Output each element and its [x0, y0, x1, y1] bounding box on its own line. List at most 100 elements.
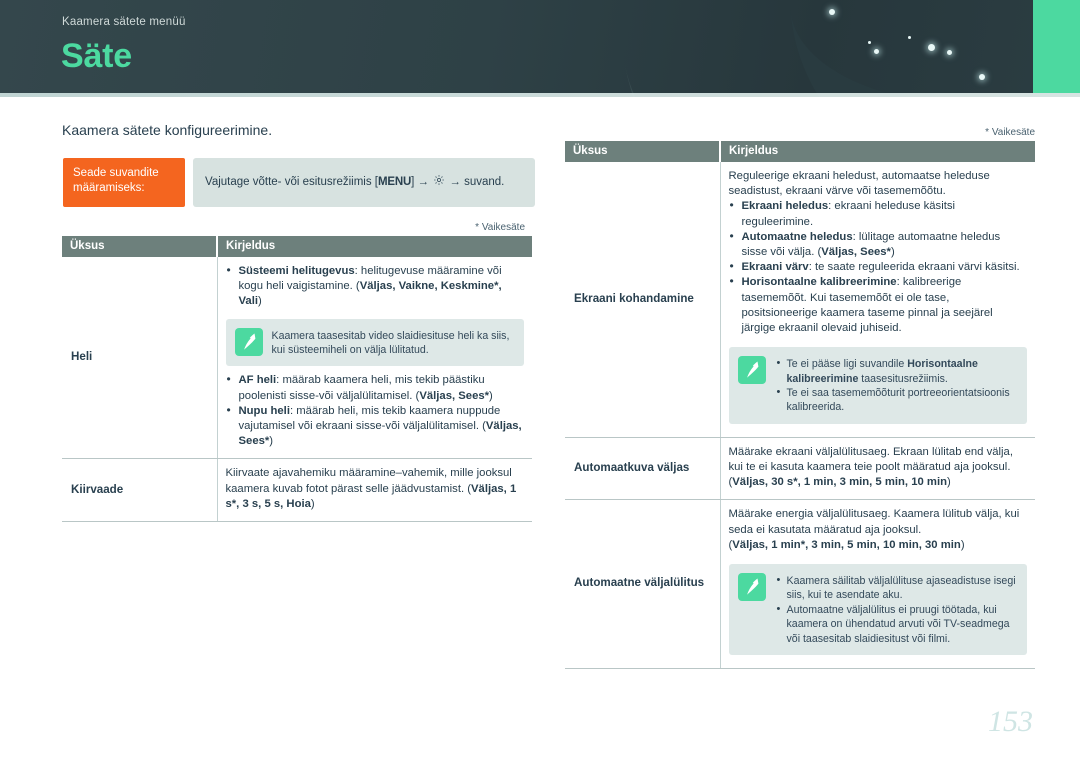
- note-text: Te ei pääse ligi suvandile Horisontaalne…: [775, 356, 1018, 415]
- note-text-pre: Te ei pääse ligi suvandile: [786, 358, 908, 371]
- option-values: Väljas, Sees*: [419, 389, 490, 402]
- bullet-list: AF heli: määrab kaamera heli, mis tekib …: [226, 372, 525, 450]
- arrow-right-icon: →: [417, 176, 429, 188]
- list-item: Te ei saa tasememõõturit portreeorientat…: [775, 385, 1018, 415]
- menu-key-label: MENU: [378, 176, 412, 188]
- row-description: Määrake energia väljalülitusaeg. Kaamera…: [720, 499, 1035, 670]
- row-description: Reguleerige ekraani heledust, automaatse…: [720, 162, 1035, 438]
- table-row: Ekraani kohandamine Reguleerige ekraani …: [565, 162, 1035, 438]
- column-header-description: Kirjeldus: [217, 236, 532, 257]
- note-box: Kaamera taasesitab video slaidiesituse h…: [225, 318, 524, 367]
- page-title: Säte: [61, 37, 133, 75]
- option-tail: ): [947, 476, 951, 489]
- sparkle-icon: [928, 44, 935, 51]
- table-header-row: Üksus Kirjeldus: [565, 141, 1035, 162]
- option-values: Väljas, Sees*: [821, 246, 891, 259]
- row-description: Süsteemi helitugevus: helitugevuse määra…: [217, 257, 532, 460]
- option-text: Määrake energia väljalülitusaeg. Kaamera…: [728, 508, 1020, 536]
- sparkle-icon: [947, 50, 952, 55]
- option-values: Väljas, 1 min*, 3 min, 5 min, 10 min, 30…: [732, 538, 961, 551]
- callout-text-before: Vajutage võtte- või esitusrežiimis [: [205, 176, 378, 188]
- pen-note-icon: [234, 327, 263, 356]
- callout: Seade suvandite määramiseks: Vajutage võ…: [63, 158, 535, 207]
- row-item-label: Heli: [62, 257, 218, 460]
- gear-icon: [433, 174, 445, 191]
- header-accent-block: [1033, 0, 1080, 93]
- callout-label: Seade suvandite määramiseks:: [63, 158, 185, 207]
- list-item: Nupu heli: määrab heli, mis tekib kaamer…: [226, 403, 525, 450]
- row-description-text: Kiirvaate ajavahemiku määramine–vahemik,…: [226, 466, 525, 512]
- intro-text: Kaamera sätete konfigureerimine.: [62, 122, 273, 138]
- note-box: Te ei pääse ligi suvandile Horisontaalne…: [728, 347, 1027, 424]
- sparkle-icon: [868, 41, 871, 44]
- note-text: Kaamera taasesitab video slaidiesituse h…: [271, 329, 510, 357]
- header-arc-decoration: [211, 0, 1080, 97]
- settings-table-right: Üksus Kirjeldus Ekraani kohandamine Regu…: [565, 141, 1035, 670]
- page-number: 153: [988, 705, 1033, 738]
- option-term: Ekraani heledus: [741, 200, 829, 213]
- sparkle-icon: [874, 49, 879, 54]
- row-description-text: Määrake energia väljalülitusaeg. Kaamera…: [729, 507, 1028, 537]
- option-term: AF heli: [238, 374, 277, 387]
- option-tail: ): [257, 295, 262, 308]
- arrow-right-icon: →: [449, 176, 461, 188]
- note-box: Kaamera säilitab väljalülituse ajaseadis…: [728, 564, 1027, 656]
- list-item: Automaatne heledus: lülitage automaatne …: [729, 229, 1028, 260]
- table-row: Heli Süsteemi helitugevus: helitugevuse …: [62, 257, 532, 460]
- row-description-text: Määrake ekraani väljalülitusaeg. Ekraan …: [729, 445, 1028, 491]
- row-description: Kiirvaate ajavahemiku määramine–vahemik,…: [217, 458, 532, 523]
- note-text-pre: Automaatne väljalülitus ei pruugi töötad…: [786, 603, 1010, 645]
- table-row: Kiirvaade Kiirvaate ajavahemiku määramin…: [62, 458, 532, 523]
- page-header: Kaamera sätete menüü Säte: [0, 0, 1080, 97]
- option-tail: ): [310, 497, 315, 510]
- option-text: Kiirvaate ajavahemiku määramine–vahemik,…: [225, 467, 512, 495]
- list-item: Automaatne väljalülitus ei pruugi töötad…: [775, 602, 1018, 646]
- list-item: Ekraani heledus: ekraani heleduse käsits…: [729, 198, 1028, 229]
- option-text: : te saate reguleerida ekraani värvi käs…: [808, 261, 1020, 274]
- sparkle-icon: [979, 74, 985, 80]
- page-kicker: Kaamera sätete menüü: [62, 16, 186, 28]
- row-description: Määrake ekraani väljalülitusaeg. Ekraan …: [720, 437, 1035, 501]
- list-item: Te ei pääse ligi suvandile Horisontaalne…: [775, 356, 1018, 386]
- pen-note-icon: [737, 356, 766, 385]
- bullet-list: Kaamera säilitab väljalülituse ajaseadis…: [775, 573, 1018, 646]
- option-term: Ekraani värv: [741, 261, 809, 274]
- note-text: Kaamera säilitab väljalülituse ajaseadis…: [775, 573, 1018, 646]
- bullet-list: Süsteemi helitugevus: helitugevuse määra…: [226, 263, 525, 310]
- column-header-item: Üksus: [62, 236, 218, 257]
- option-tail: ): [960, 538, 965, 551]
- list-item: Süsteemi helitugevus: helitugevuse määra…: [226, 263, 525, 310]
- callout-text-after: suvand.: [464, 176, 505, 188]
- bullet-list: Te ei pääse ligi suvandile Horisontaalne…: [775, 356, 1018, 415]
- option-term: Nupu heli: [238, 404, 290, 417]
- note-text-post: taasesitusrežiimis.: [858, 372, 948, 385]
- row-item-label: Automaatkuva väljas: [565, 437, 721, 501]
- option-tail: ): [890, 246, 895, 259]
- column-header-description: Kirjeldus: [720, 141, 1035, 162]
- list-item: Ekraani värv: te saate reguleerida ekraa…: [729, 259, 1028, 275]
- option-term: Horisontaalne kalibreerimine: [741, 276, 897, 289]
- row-item-label: Ekraani kohandamine: [565, 162, 721, 438]
- table-row: Automaatkuva väljas Määrake ekraani välj…: [565, 437, 1035, 501]
- header-bottom-rule: [0, 93, 1080, 97]
- option-term: Automaatne heledus: [741, 230, 853, 243]
- option-term: Süsteemi helitugevus: [238, 265, 355, 277]
- row-description-lead: Reguleerige ekraani heledust, automaatse…: [728, 170, 990, 198]
- option-values: Väljas, 30 s*, 1 min, 3 min, 5 min, 10 m…: [732, 476, 948, 489]
- sparkle-icon: [829, 9, 835, 15]
- note-text-pre: Te ei saa tasememõõturit portreeorientat…: [786, 387, 1010, 414]
- default-setting-note: * Vaikesäte: [985, 127, 1035, 138]
- note-text-pre: Kaamera säilitab väljalülituse ajaseadis…: [786, 575, 1016, 602]
- list-item: AF heli: määrab kaamera heli, mis tekib …: [226, 372, 525, 403]
- list-item: Kaamera säilitab väljalülituse ajaseadis…: [775, 573, 1018, 603]
- option-tail: ): [489, 389, 493, 402]
- sparkle-icon: [908, 36, 911, 39]
- option-tail: ): [269, 435, 274, 448]
- pen-note-icon: [737, 573, 766, 602]
- settings-table-left: Üksus Kirjeldus Heli Süsteemi helitugevu…: [62, 236, 532, 523]
- callout-instruction: Vajutage võtte- või esitusrežiimis [MENU…: [193, 158, 535, 207]
- row-option-line: (Väljas, 1 min*, 3 min, 5 min, 10 min, 3…: [729, 538, 1028, 553]
- row-item-label: Kiirvaade: [62, 458, 218, 523]
- default-setting-note: * Vaikesäte: [475, 222, 525, 233]
- column-header-item: Üksus: [565, 141, 721, 162]
